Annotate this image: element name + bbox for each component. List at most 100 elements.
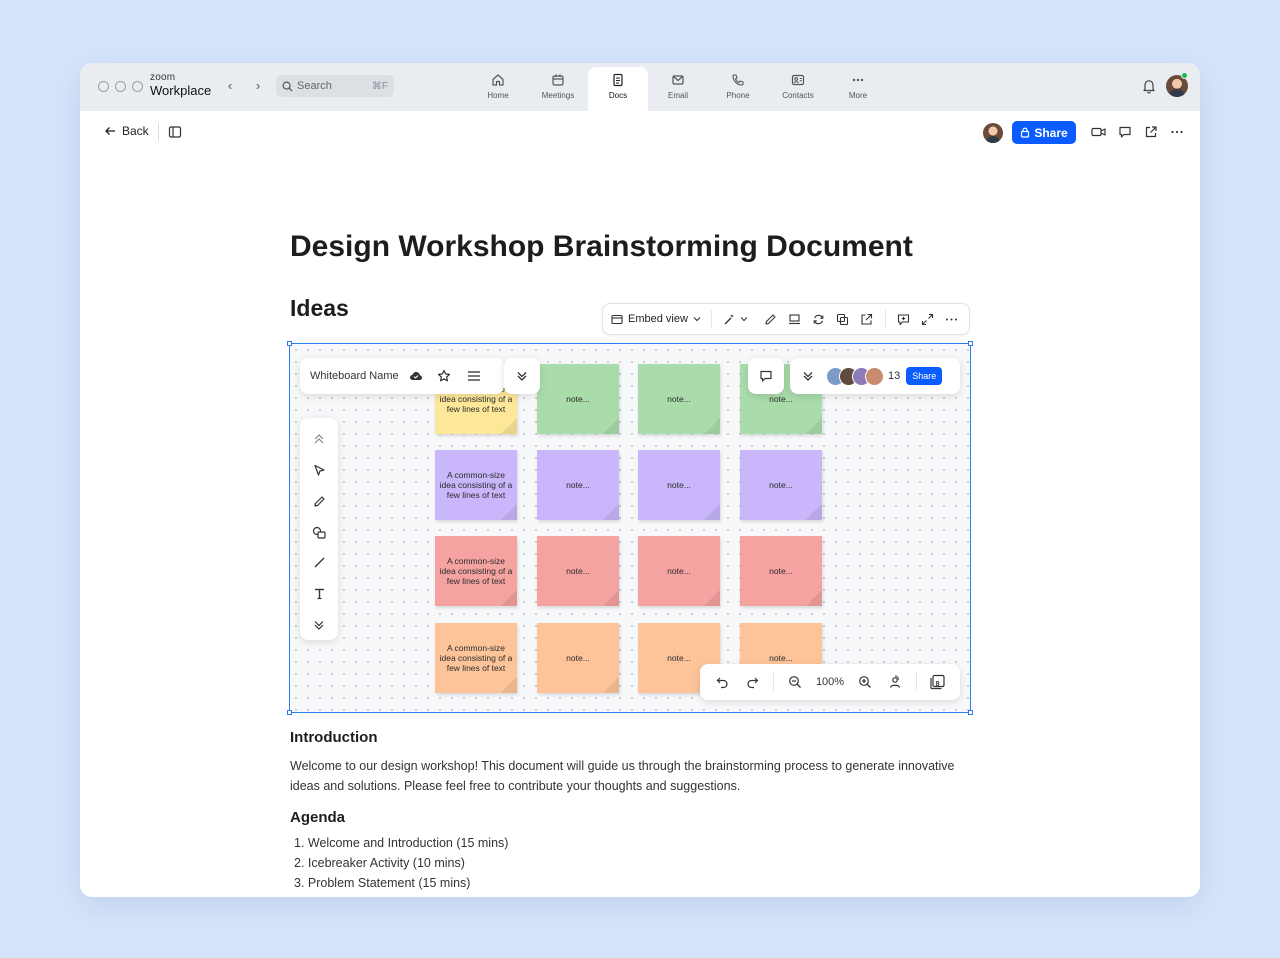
whiteboard-share-button[interactable]: Share [906, 367, 943, 385]
minimize-window-button[interactable] [115, 81, 126, 92]
close-window-button[interactable] [98, 81, 109, 92]
zoom-level[interactable]: 100% [809, 676, 850, 688]
chevrons-down-icon [517, 372, 527, 381]
line-icon[interactable] [300, 547, 338, 578]
collaborator-avatars[interactable] [826, 366, 884, 386]
open-in-new-icon[interactable] [860, 313, 873, 326]
sticky-note[interactable]: note... [740, 450, 822, 520]
presentation-icon[interactable] [788, 313, 801, 326]
sticky-note[interactable]: note... [638, 536, 720, 606]
sticky-note[interactable]: A common-size idea consisting of a few l… [435, 536, 517, 606]
pages-icon[interactable]: 8 [923, 674, 952, 690]
collaborator-count: 13 [888, 370, 901, 382]
nav-back-arrow-icon[interactable]: ‹ [222, 77, 238, 95]
sticky-note-text: A common-size idea consisting of a few l… [439, 555, 513, 587]
sticky-note[interactable]: note... [537, 623, 619, 693]
shapes-icon[interactable] [300, 517, 338, 548]
open-external-icon[interactable] [1144, 125, 1158, 139]
chevron-down-icon [693, 317, 701, 322]
zoom-in-icon[interactable] [851, 675, 880, 689]
add-comment-icon[interactable] [897, 313, 910, 326]
mail-icon [672, 75, 684, 85]
chevrons-down-icon[interactable] [802, 370, 814, 382]
presentation-glyph [788, 313, 800, 324]
magic-wand-dropdown[interactable] [723, 313, 748, 326]
calendar-icon [552, 74, 564, 86]
resize-handle[interactable] [968, 341, 973, 346]
tab-home[interactable]: Home [468, 67, 528, 111]
locate-user-icon[interactable] [880, 675, 909, 689]
tab-label: More [848, 91, 868, 100]
embed-toolbar-divider [884, 310, 886, 328]
search-placeholder: Search [297, 80, 332, 92]
sticky-note[interactable]: A common-size idea consisting of a few l… [435, 450, 517, 520]
sticky-note[interactable]: note... [537, 450, 619, 520]
bell-icon[interactable] [1142, 78, 1156, 94]
comment-icon[interactable] [1118, 125, 1132, 139]
whiteboard-comment-button[interactable] [748, 358, 784, 394]
brand-name: Workplace [150, 83, 212, 98]
home-icon [492, 74, 504, 86]
open-in-new-glyph [861, 313, 872, 325]
sticky-note[interactable]: note... [537, 536, 619, 606]
section-heading-agenda: Agenda [290, 809, 346, 826]
section-heading-ideas: Ideas [290, 295, 349, 321]
embed-view-dropdown[interactable]: Embed view [611, 310, 712, 328]
sticky-note[interactable]: note... [537, 364, 619, 434]
whiteboard-embed[interactable]: A common-size idea consisting of a few l… [287, 341, 973, 715]
pen-icon[interactable] [300, 486, 338, 517]
whiteboard-collapse-button[interactable] [504, 358, 540, 394]
nav-forward-arrow-icon[interactable]: › [250, 77, 266, 95]
whiteboard-name[interactable]: Whiteboard Name [310, 370, 399, 382]
refresh-icon[interactable] [812, 313, 825, 326]
back-button[interactable]: Back [104, 124, 149, 138]
duplicate-icon[interactable] [836, 313, 849, 326]
introduction-paragraph: Welcome to our design workshop! This doc… [290, 759, 955, 793]
tab-email[interactable]: Email [648, 67, 708, 111]
expand-icon[interactable] [921, 313, 934, 326]
resize-handle[interactable] [287, 341, 292, 346]
resize-handle[interactable] [287, 710, 292, 715]
maximize-window-button[interactable] [132, 81, 143, 92]
video-camera-icon[interactable] [1091, 125, 1106, 139]
magic-wand-icon [724, 313, 734, 324]
share-label: Share [1034, 125, 1068, 140]
tab-label: Docs [608, 91, 628, 100]
sticky-note-text: note... [769, 565, 793, 576]
pencil-glyph [765, 313, 776, 325]
redo-icon[interactable] [737, 676, 766, 689]
star-icon[interactable] [437, 369, 451, 383]
zoom-out-icon[interactable] [780, 675, 809, 689]
share-button[interactable]: Share [1012, 121, 1076, 144]
phone-icon [732, 74, 744, 86]
resize-handle[interactable] [968, 710, 973, 715]
sticky-note[interactable]: note... [740, 536, 822, 606]
chevrons-up-icon[interactable] [300, 424, 338, 455]
sticky-note[interactable]: note... [638, 450, 720, 520]
global-search[interactable]: Search ⌘F [276, 75, 394, 97]
list-item: 1. Welcome and Introduction (15 mins) [294, 836, 509, 850]
tab-contacts[interactable]: Contacts [768, 67, 828, 111]
window-controls [98, 81, 143, 92]
text-icon[interactable] [300, 578, 338, 609]
brand-small-text: zoom [150, 72, 176, 83]
tab-meetings[interactable]: Meetings [528, 67, 588, 111]
whiteboard-header: Whiteboard Name [300, 358, 504, 394]
tab-docs[interactable]: Docs [588, 67, 648, 111]
select-cursor-icon[interactable] [300, 455, 338, 486]
sticky-note-text: note... [566, 479, 590, 490]
sticky-note[interactable]: A common-size idea consisting of a few l… [435, 623, 517, 693]
tab-phone[interactable]: Phone [708, 67, 768, 111]
embed-toolbar: Embed view [602, 303, 970, 335]
sidebar-toggle-icon[interactable] [168, 125, 182, 139]
collaborator-avatar[interactable] [983, 123, 1003, 143]
pencil-icon[interactable] [764, 313, 777, 326]
embed-more-icon[interactable] [945, 313, 958, 326]
tab-more[interactable]: More [828, 67, 888, 111]
menu-icon[interactable] [467, 370, 481, 382]
undo-icon[interactable] [708, 676, 737, 689]
sticky-note[interactable]: note... [638, 364, 720, 434]
more-icon [852, 78, 864, 82]
more-options-icon[interactable] [1170, 125, 1184, 139]
chevrons-down-icon[interactable] [300, 609, 338, 640]
